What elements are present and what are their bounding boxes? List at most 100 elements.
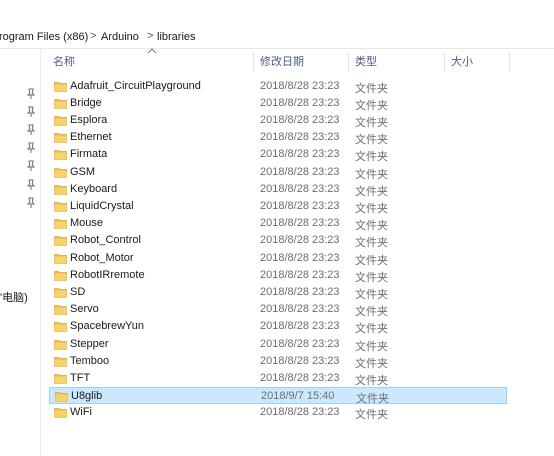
file-type: 文件夹 <box>355 375 388 387</box>
folder-icon <box>54 356 67 367</box>
folder-icon <box>54 287 67 298</box>
file-type: 文件夹 <box>355 255 388 267</box>
file-name: Ethernet <box>70 131 112 143</box>
column-header-modified[interactable]: 修改日期 <box>254 52 349 72</box>
file-row[interactable]: TFT 2018/8/28 23:23 文件夹 <box>49 370 507 387</box>
file-name: SpacebrewYun <box>70 320 144 332</box>
file-name: Bridge <box>70 97 102 109</box>
file-row[interactable]: Esplora 2018/8/28 23:23 文件夹 <box>49 112 507 129</box>
folder-icon <box>54 98 67 109</box>
folder-icon <box>54 201 67 212</box>
breadcrumb-program-files[interactable]: rogram Files (x86) <box>0 31 88 43</box>
file-row[interactable]: WiFi 2018/8/28 23:23 文件夹 <box>49 404 507 421</box>
file-row[interactable]: Firmata 2018/8/28 23:23 文件夹 <box>49 146 507 163</box>
file-type: 文件夹 <box>355 151 388 163</box>
file-name: RobotIRremote <box>70 269 145 281</box>
file-modified-date: 2018/8/28 23:23 <box>260 183 340 195</box>
nav-item-this-pc[interactable]: '电脑) <box>0 289 28 305</box>
file-row[interactable]: Servo 2018/8/28 23:23 文件夹 <box>49 301 507 318</box>
folder-icon <box>54 115 67 126</box>
file-type: 文件夹 <box>355 169 388 181</box>
file-modified-date: 2018/8/28 23:23 <box>260 114 340 126</box>
file-row[interactable]: Keyboard 2018/8/28 23:23 文件夹 <box>49 181 507 198</box>
folder-icon <box>55 391 68 402</box>
pin-icon[interactable] <box>26 124 36 136</box>
folder-icon <box>54 81 67 92</box>
file-row[interactable]: Stepper 2018/8/28 23:23 文件夹 <box>49 336 507 353</box>
file-modified-date: 2018/8/28 23:23 <box>260 269 340 281</box>
file-type: 文件夹 <box>355 358 388 370</box>
folder-icon <box>54 184 67 195</box>
pin-icon[interactable] <box>26 106 36 118</box>
file-name: SD <box>70 286 86 298</box>
file-type: 文件夹 <box>355 100 388 112</box>
file-modified-date: 2018/8/28 23:23 <box>260 286 340 298</box>
file-modified-date: 2018/8/28 23:23 <box>260 166 340 178</box>
folder-icon <box>54 321 67 332</box>
folder-icon <box>54 235 67 246</box>
file-modified-date: 2018/8/28 23:23 <box>260 148 340 160</box>
file-modified-date: 2018/8/28 23:23 <box>260 338 340 350</box>
file-row[interactable]: LiquidCrystal 2018/8/28 23:23 文件夹 <box>49 198 507 215</box>
file-modified-date: 2018/8/28 23:23 <box>260 80 340 92</box>
file-name: Mouse <box>70 217 104 229</box>
folder-icon <box>54 149 67 160</box>
breadcrumb-libraries[interactable]: libraries <box>157 31 196 43</box>
file-row[interactable]: Temboo 2018/8/28 23:23 文件夹 <box>49 353 507 370</box>
chevron-right-icon[interactable]: > <box>90 30 96 42</box>
file-row[interactable]: Robot_Motor 2018/8/28 23:23 文件夹 <box>49 250 507 267</box>
file-name: Servo <box>70 303 99 315</box>
file-row[interactable]: RobotIRremote 2018/8/28 23:23 文件夹 <box>49 267 507 284</box>
file-type: 文件夹 <box>355 83 388 95</box>
folder-icon <box>54 373 67 384</box>
file-name: WiFi <box>70 406 92 418</box>
file-modified-date: 2018/8/28 23:23 <box>260 320 340 332</box>
file-type: 文件夹 <box>355 289 388 301</box>
file-name: Keyboard <box>70 183 118 195</box>
pin-icon[interactable] <box>26 88 36 100</box>
file-type: 文件夹 <box>355 237 388 249</box>
address-bar[interactable]: rogram Files (x86) > Arduino > libraries <box>0 25 554 49</box>
file-row[interactable]: GSM 2018/8/28 23:23 文件夹 <box>49 164 507 181</box>
file-name: TFT <box>70 372 91 384</box>
pin-icon[interactable] <box>26 142 36 154</box>
file-name: LiquidCrystal <box>70 200 134 212</box>
file-modified-date: 2018/8/28 23:23 <box>260 252 340 264</box>
folder-icon <box>54 339 67 350</box>
ribbon-area <box>0 0 554 26</box>
pin-icon[interactable] <box>26 160 36 172</box>
file-modified-date: 2018/8/28 23:23 <box>260 406 340 418</box>
chevron-right-icon[interactable]: > <box>147 30 153 42</box>
folder-icon <box>54 407 67 418</box>
file-row[interactable]: Bridge 2018/8/28 23:23 文件夹 <box>49 95 507 112</box>
pin-icon[interactable] <box>26 197 36 209</box>
navigation-pane: '电脑) <box>0 49 41 456</box>
column-header-name[interactable]: 名称 <box>47 52 254 72</box>
file-modified-date: 2018/9/7 15:40 <box>261 390 335 402</box>
file-row[interactable]: U8glib 2018/9/7 15:40 文件夹 <box>49 387 507 405</box>
file-row[interactable]: Robot_Control 2018/8/28 23:23 文件夹 <box>49 232 507 249</box>
file-modified-date: 2018/8/28 23:23 <box>260 355 340 367</box>
file-type: 文件夹 <box>355 409 388 421</box>
pin-icon[interactable] <box>26 179 36 191</box>
folder-icon <box>54 304 67 315</box>
file-name: Firmata <box>70 148 108 160</box>
folder-icon <box>54 167 67 178</box>
file-modified-date: 2018/8/28 23:23 <box>260 303 340 315</box>
file-row[interactable]: SD 2018/8/28 23:23 文件夹 <box>49 284 507 301</box>
file-row[interactable]: SpacebrewYun 2018/8/28 23:23 文件夹 <box>49 318 507 335</box>
file-row[interactable]: Adafruit_CircuitPlayground 2018/8/28 23:2… <box>49 78 507 95</box>
file-modified-date: 2018/8/28 23:23 <box>260 200 340 212</box>
file-modified-date: 2018/8/28 23:23 <box>260 217 340 229</box>
file-row[interactable]: Mouse 2018/8/28 23:23 文件夹 <box>49 215 507 232</box>
column-header-type[interactable]: 类型 <box>349 52 445 72</box>
folder-icon <box>54 270 67 281</box>
file-type: 文件夹 <box>355 306 388 318</box>
file-name: Robot_Motor <box>70 252 134 264</box>
file-row[interactable]: Ethernet 2018/8/28 23:23 文件夹 <box>49 129 507 146</box>
file-name: Robot_Control <box>70 234 141 246</box>
column-header-size[interactable]: 大小 <box>445 52 510 72</box>
file-name: Adafruit_CircuitPlayground <box>70 80 201 92</box>
breadcrumb-arduino[interactable]: Arduino <box>101 31 139 43</box>
file-name: Stepper <box>70 338 109 350</box>
